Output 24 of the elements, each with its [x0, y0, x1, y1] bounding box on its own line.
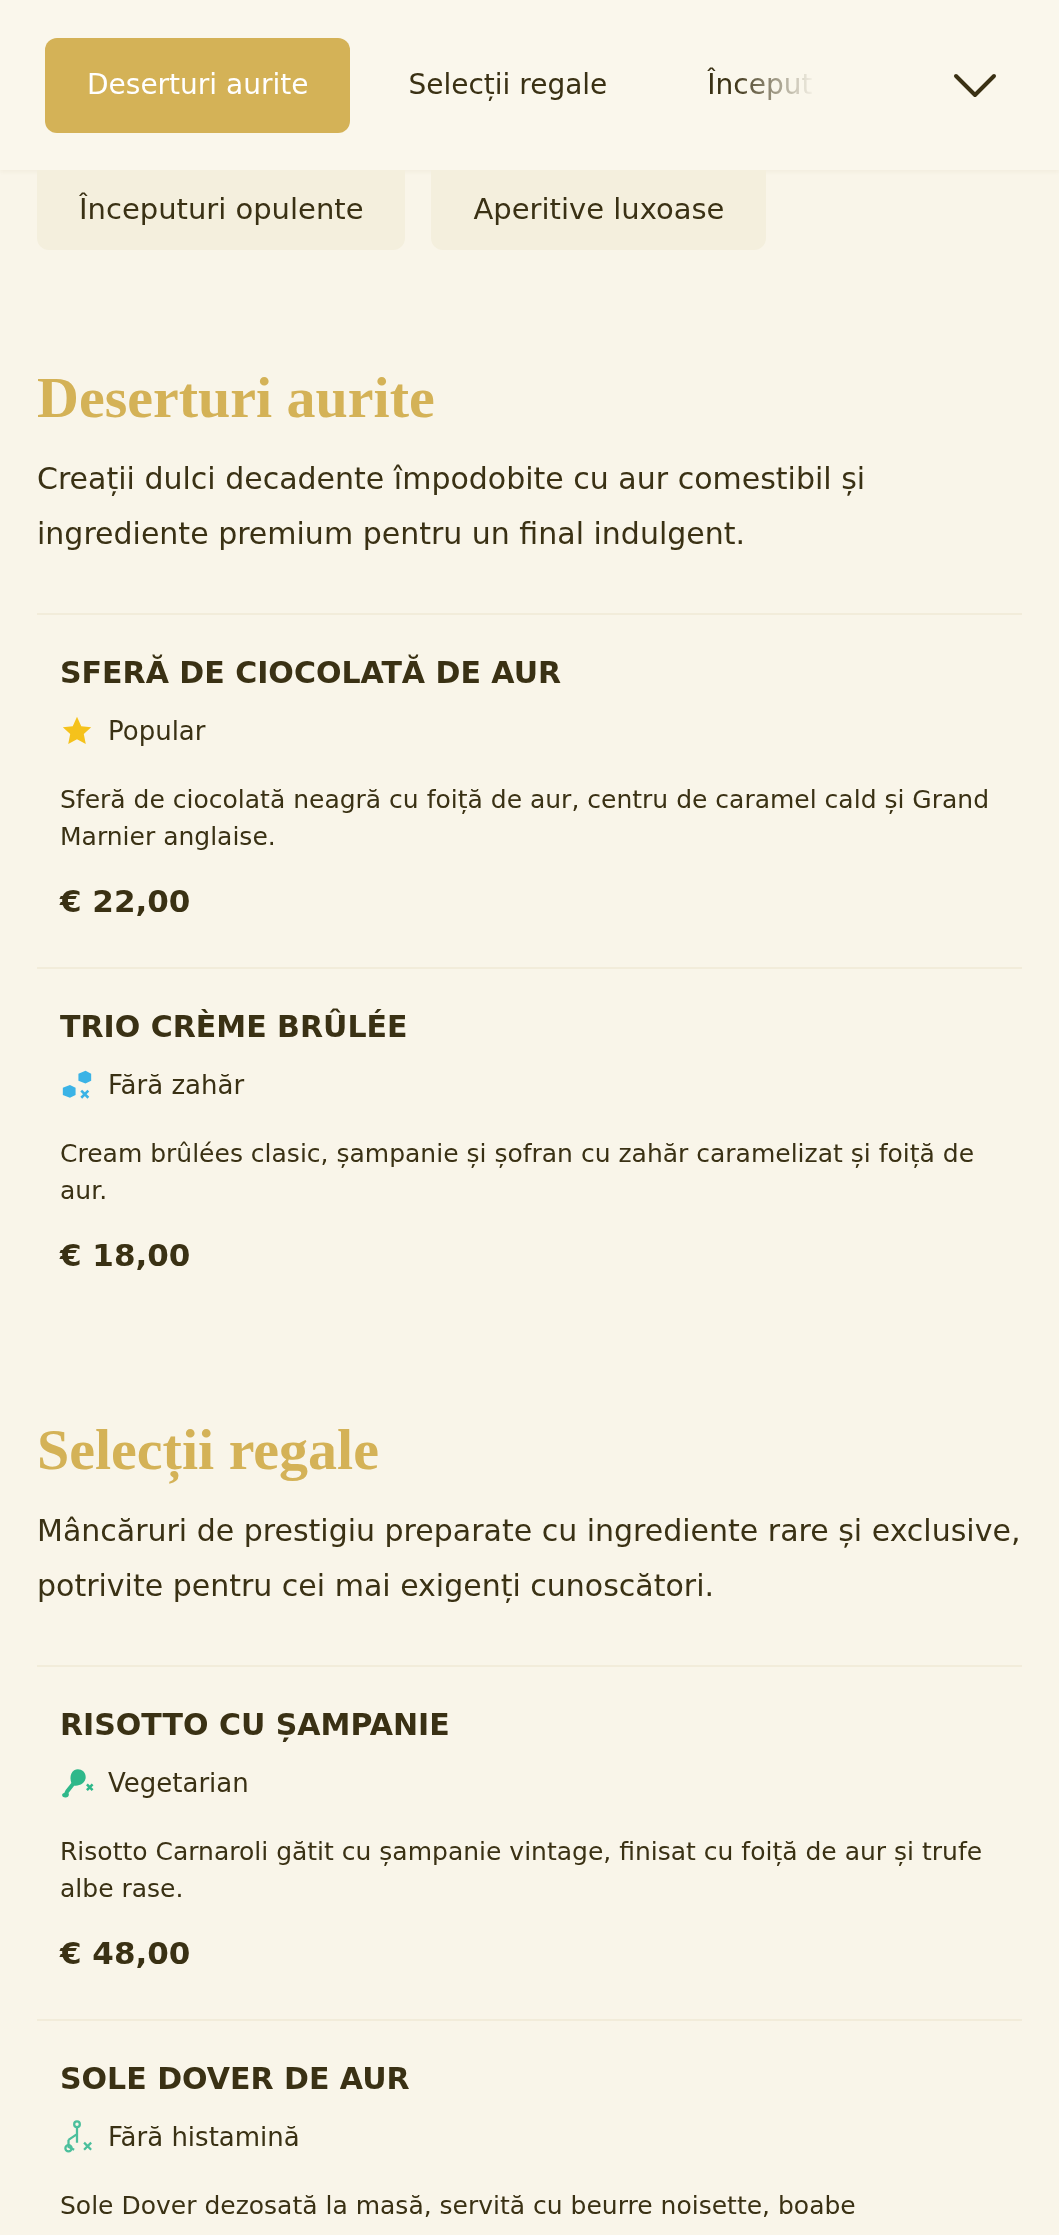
dish-name: TRIO CRÈME BRÛLÉE: [60, 1007, 409, 1046]
dish-price: € 18,00: [60, 1236, 192, 1275]
drumstick-icon: [60, 1766, 94, 1800]
sugar-cube-icon: [60, 1068, 94, 1102]
dish-name: SOLE DOVER DE AUR: [60, 2060, 411, 2098]
dish-price: € 48,00: [60, 1934, 192, 1973]
dietary-label: Fără zahăr: [108, 1068, 245, 1102]
category-chip[interactable]: Începuturi opulente: [37, 170, 406, 250]
section-title: Deserturi aurite: [37, 364, 436, 432]
dietary-label: Fără histamină: [108, 2120, 300, 2154]
dish-description: Cream brûlées clasic, șampanie și șofran cu zahăr caramelizat și foiță de aur.: [60, 1138, 976, 1207]
category-chip[interactable]: Aperitive luxoase: [431, 170, 767, 250]
section-description: Mâncăruri de prestigiu preparate cu ingrediente rare și exclusive, potrivite pentru cei mai exigenți cunoscători.: [37, 1512, 1022, 1605]
section-description: Creații dulci decadente împodobite cu aur comestibil și ingrediente premium pentru un final indulgent.: [37, 460, 867, 553]
dish-description: Sole Dover dezosată la masă, servită cu beurre noisette, boabe: [60, 2190, 857, 2222]
category-tab[interactable]: Selecții regale: [366, 37, 650, 133]
dish-price: € 22,00: [60, 882, 192, 921]
dietary-label: Popular: [108, 714, 206, 748]
dish-description: Risotto Carnaroli gătit cu șampanie vintage, finisat cu foiță de aur și trufe albe rase.: [60, 1836, 984, 1905]
dish-description: Sferă de ciocolată neagră cu foiță de aur, centru de caramel cald și Grand Marnier anglaise.: [60, 784, 991, 853]
dish-name: RISOTTO CU ȘAMPANIE: [60, 1706, 451, 1744]
dietary-label: Vegetarian: [108, 1766, 249, 1800]
dish-name: SFERĂ DE CIOCOLATĂ DE AUR: [60, 653, 563, 692]
section-title: Selecții regale: [37, 1416, 380, 1485]
